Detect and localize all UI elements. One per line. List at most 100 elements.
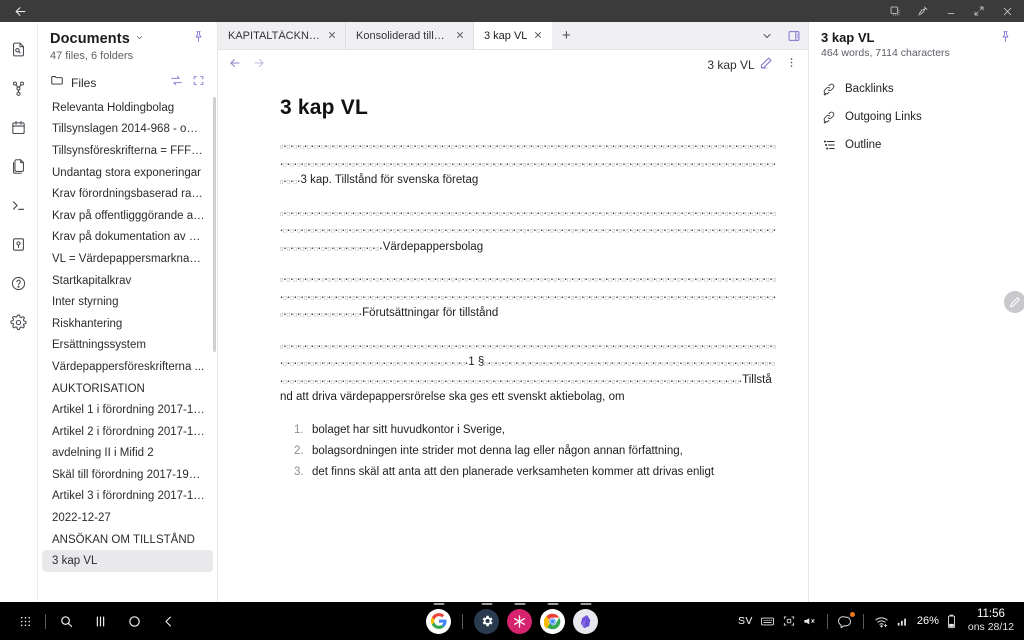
sidebar-file-item[interactable]: Undantag stora exponeringar <box>42 162 213 184</box>
sidebar-files-row[interactable]: Files <box>38 66 217 97</box>
toggle-right-sidebar-button[interactable] <box>780 22 808 49</box>
doc-edit-button[interactable] <box>759 56 773 75</box>
dock-running-dot <box>514 603 525 605</box>
tray-language-indicator[interactable]: SV <box>738 615 753 627</box>
sidebar-file-item[interactable]: Artikel 1 i förordning 2017-19... <box>42 399 213 421</box>
editor-tab[interactable]: KAPITALTÄCKNINGSREG... <box>218 22 346 49</box>
home-icon[interactable] <box>117 606 151 636</box>
sidebar-file-item[interactable]: ANSÖKAN OM TILLSTÅND <box>42 529 213 551</box>
bookmark-icon[interactable] <box>6 231 32 257</box>
tab-close-icon[interactable] <box>327 30 337 42</box>
sidebar-file-item[interactable]: 2022-12-27 <box>42 507 213 529</box>
editor-tab[interactable]: 3 kap VL <box>474 22 552 49</box>
dock-chrome-icon[interactable] <box>540 609 565 634</box>
sidebar-file-label: Riskhantering <box>52 318 122 330</box>
system-taskbar: SV 26% <box>0 602 1024 640</box>
graph-view-icon[interactable] <box>6 75 32 101</box>
search-icon[interactable] <box>49 606 83 636</box>
tray-divider-2 <box>863 614 864 629</box>
window-minimize-button[interactable] <box>938 0 964 22</box>
backlink-icon <box>821 81 836 96</box>
search-file-icon[interactable] <box>6 36 32 62</box>
sidebar-file-item[interactable]: Krav på offentligggörande av r... <box>42 205 213 227</box>
calendar-icon[interactable] <box>6 114 32 140</box>
document-visible-text: Förutsättningar för tillstånd <box>362 307 498 319</box>
message-icon[interactable] <box>838 614 853 629</box>
new-tab-button[interactable]: + <box>552 22 580 49</box>
dock-google-icon[interactable] <box>426 609 451 634</box>
list-item-text: det finns skäl att anta att den planerad… <box>312 466 714 478</box>
sidebar-file-label: Värdepappersföreskrifterna ... <box>52 361 204 373</box>
sidebar-file-item[interactable]: Tillsynslagen 2014-968 - om ... <box>42 119 213 141</box>
recents-icon[interactable] <box>83 606 117 636</box>
document-visible-text: 3 kap. Tillstånd för svenska företag <box>301 174 479 186</box>
sidebar-file-item[interactable]: Artikel 3 i förordning 2017-19... <box>42 486 213 508</box>
sidebar-file-item[interactable]: Värdepappersföreskrifterna ... <box>42 356 213 378</box>
sidebar-file-item[interactable]: avdelning II i Mifid 2 <box>42 443 213 465</box>
app-grid-icon[interactable] <box>8 606 42 636</box>
doc-forward-button[interactable] <box>252 56 266 75</box>
document-body: ⬚•⬚•⬚•⬚•⬚•⬚•⬚•⬚•⬚•⬚•⬚•⬚•⬚•⬚•⬚•⬚•⬚•⬚•⬚•⬚•… <box>280 138 778 483</box>
sidebar-file-item[interactable]: Riskhantering <box>42 313 213 335</box>
terminal-icon[interactable] <box>6 192 32 218</box>
right-panel-item-outgoing-links[interactable]: Outgoing Links <box>821 109 1012 124</box>
sidebar-file-list[interactable]: Relevanta Holdingbolag Tillsynslagen 2014… <box>38 97 217 602</box>
tab-close-icon[interactable] <box>455 30 465 42</box>
right-panel-item-backlinks[interactable]: Backlinks <box>821 81 1012 96</box>
sidebar-header: Documents 47 files, 6 folders <box>38 22 217 66</box>
sidebar-file-item[interactable]: Krav på dokumentation av pr... <box>42 227 213 249</box>
doc-back-button[interactable] <box>228 56 242 75</box>
expand-icon[interactable] <box>192 74 205 92</box>
mute-icon[interactable] <box>803 614 817 628</box>
dock-running-dot <box>433 603 444 605</box>
sort-swap-icon[interactable] <box>170 74 183 92</box>
sidebar-file-item[interactable]: AUKTORISATION <box>42 378 213 400</box>
doc-more-button[interactable] <box>785 56 798 74</box>
files-icon[interactable] <box>6 153 32 179</box>
dock-snowflake-app-icon[interactable] <box>507 609 532 634</box>
sidebar-file-item[interactable]: Skäl till förordning 2017-1943... <box>42 464 213 486</box>
taskbar-clock[interactable]: 11:56 ons 28/12 <box>968 608 1014 634</box>
settings-gear-icon[interactable] <box>6 309 32 335</box>
dock-obsidian-icon[interactable] <box>573 609 598 634</box>
document-list-item: 3.det finns skäl att anta att den planer… <box>294 462 778 483</box>
tab-label: 3 kap VL <box>484 30 527 42</box>
right-panel-item-outline[interactable]: Outline <box>821 137 1012 152</box>
screenshot-icon <box>889 5 901 17</box>
sidebar-scrollbar[interactable] <box>213 97 216 352</box>
keyboard-icon[interactable] <box>760 614 775 629</box>
sidebar-file-item[interactable]: Startkapitalkrav <box>42 270 213 292</box>
window-back-button[interactable] <box>0 0 40 22</box>
wifi-icon[interactable] <box>874 614 889 629</box>
sidebar-file-item[interactable]: VL = Värdepappersmarknads... <box>42 248 213 270</box>
tab-list-dropdown[interactable] <box>754 22 780 49</box>
screenshot-icon[interactable] <box>782 614 796 628</box>
right-panel-pin-button[interactable] <box>999 30 1012 48</box>
document-list-item: 2.bolagsordningen inte strider mot denna… <box>294 441 778 462</box>
floating-edit-button[interactable] <box>1004 291 1024 313</box>
help-icon[interactable] <box>6 270 32 296</box>
chevron-down-icon[interactable] <box>135 33 144 45</box>
sidebar-file-item[interactable]: Artikel 2 i förordning 2017-19... <box>42 421 213 443</box>
editor-tab[interactable]: Konsoliderad tillsyn <box>346 22 474 49</box>
sidebar-file-label: Tillsynslagen 2014-968 - om ... <box>52 123 209 135</box>
signal-icon[interactable] <box>896 614 910 628</box>
sidebar-file-item[interactable]: 3 kap VL <box>42 550 213 572</box>
window-screenshot-button[interactable] <box>882 0 908 22</box>
window-close-button[interactable] <box>994 0 1020 22</box>
tab-close-icon[interactable] <box>533 30 543 42</box>
battery-icon[interactable] <box>946 614 957 629</box>
window-pin-button[interactable] <box>910 0 936 22</box>
sidebar-vault-title[interactable]: Documents <box>50 31 130 47</box>
sidebar-file-item[interactable]: Inter styrning <box>42 291 213 313</box>
back-icon[interactable] <box>151 606 185 636</box>
sidebar-files-label: Files <box>71 76 96 90</box>
sidebar-pin-button[interactable] <box>192 30 205 48</box>
sidebar-file-item[interactable]: Relevanta Holdingbolag <box>42 97 213 119</box>
document-view[interactable]: 3 kap VL ⬚•⬚•⬚•⬚•⬚•⬚•⬚•⬚•⬚•⬚•⬚•⬚•⬚•⬚•⬚•⬚… <box>218 80 808 602</box>
window-restore-button[interactable] <box>966 0 992 22</box>
dock-settings-icon[interactable] <box>474 609 499 634</box>
sidebar-file-item[interactable]: Ersättningssystem <box>42 335 213 357</box>
sidebar-file-item[interactable]: Krav förordningsbaserad rap... <box>42 183 213 205</box>
sidebar-file-item[interactable]: Tillsynsföreskrifterna = FFFS ... <box>42 140 213 162</box>
